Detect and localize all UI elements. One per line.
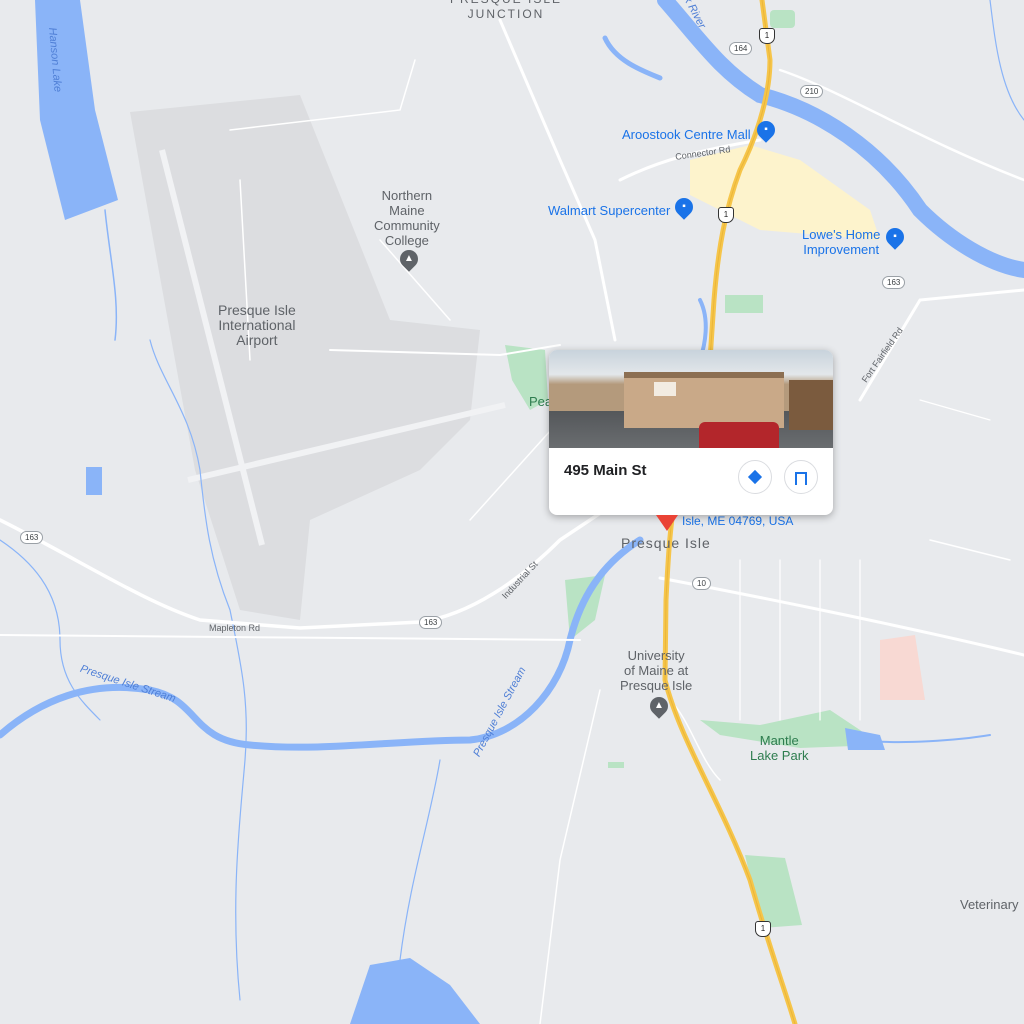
us-1-shield-north: 1 xyxy=(759,28,775,44)
directions-icon xyxy=(747,469,763,485)
red-car-shape xyxy=(699,422,779,448)
town-label: Presque Isle xyxy=(621,535,711,551)
shopping-cart-icon[interactable]: ▪ xyxy=(671,194,697,220)
location-marker[interactable] xyxy=(656,515,678,531)
map-canvas[interactable] xyxy=(0,0,1024,1024)
shopping-bag-icon[interactable]: ▪ xyxy=(753,117,779,143)
route-164-shield: 164 xyxy=(729,42,753,55)
us-1-shield-south: 1 xyxy=(755,921,771,937)
route-163-shield-south: 163 xyxy=(419,616,443,629)
walmart-label[interactable]: Walmart Supercenter xyxy=(548,203,670,218)
mall-label[interactable]: Aroostook Centre Mall xyxy=(622,127,751,142)
graduation-cap-icon[interactable]: ▲ xyxy=(396,246,422,272)
bookmark-icon xyxy=(795,471,807,485)
graduation-cap-icon-2[interactable]: ▲ xyxy=(646,693,672,719)
commercial-area xyxy=(690,145,880,240)
place-info-card[interactable]: 495 Main St xyxy=(549,350,833,515)
storefront-shape xyxy=(624,372,784,428)
directions-button[interactable] xyxy=(738,460,772,494)
save-button[interactable] xyxy=(784,460,818,494)
place-title: 495 Main St xyxy=(564,462,647,479)
mapleton-rd-label: Mapleton Rd xyxy=(209,623,261,633)
veterinary-label: Veterinary xyxy=(960,897,1019,912)
park-label[interactable]: Mantle Lake Park xyxy=(750,733,809,763)
route-163-shield-west: 163 xyxy=(20,531,44,544)
college-label: Northern Maine Community College xyxy=(374,188,440,248)
store-icon[interactable]: ▪ xyxy=(882,224,908,250)
store-sign-shape xyxy=(654,382,676,396)
route-163-shield-east: 163 xyxy=(882,276,906,289)
street-view-photo[interactable] xyxy=(549,350,833,448)
tree-shape xyxy=(789,380,833,430)
junction-label: PRESQUE ISLE JUNCTION xyxy=(450,0,560,21)
airport-label: Presque Isle International Airport xyxy=(218,302,296,348)
commercial-area-2 xyxy=(880,635,925,700)
lowes-label[interactable]: Lowe's Home Improvement xyxy=(802,227,880,257)
route-10-shield: 10 xyxy=(692,577,711,590)
university-label: University of Maine at Presque Isle xyxy=(620,648,693,693)
route-210-shield: 210 xyxy=(800,85,824,98)
airport-area xyxy=(130,95,506,620)
us-1-shield-mid: 1 xyxy=(718,207,734,223)
address-partial: Isle, ME 04769, USA xyxy=(682,514,794,528)
